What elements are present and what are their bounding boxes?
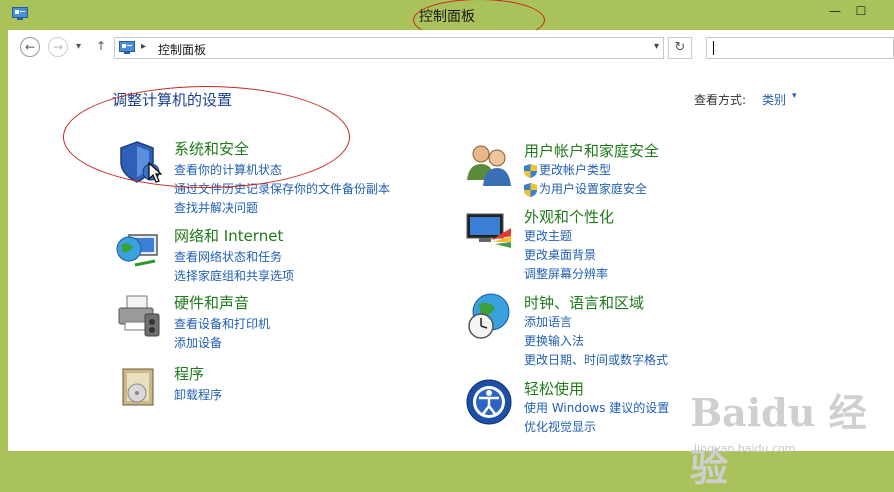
text-caret bbox=[713, 41, 714, 55]
back-button[interactable]: ← bbox=[20, 37, 40, 57]
baidu-watermark-url: jingyan.baidu.com bbox=[694, 442, 796, 455]
recent-locations-dropdown[interactable]: ▾ bbox=[76, 41, 81, 52]
link-screen-resolution[interactable]: 调整屏幕分辨率 bbox=[524, 265, 608, 282]
annotation-ellipse-system-security bbox=[63, 86, 350, 188]
maximize-button[interactable]: ☐ bbox=[848, 2, 874, 22]
breadcrumb-separator[interactable]: ▸ bbox=[141, 41, 146, 52]
link-change-account-type[interactable]: 更改帐户类型 bbox=[524, 161, 611, 178]
accessibility-icon[interactable] bbox=[465, 378, 513, 426]
link-troubleshoot[interactable]: 查找并解决问题 bbox=[174, 199, 258, 216]
baidu-watermark: Baidu 经验 bbox=[690, 390, 867, 490]
link-devices-printers[interactable]: 查看设备和打印机 bbox=[174, 315, 270, 332]
network-globe-icon[interactable] bbox=[115, 225, 163, 273]
link-network-status[interactable]: 查看网络状态和任务 bbox=[174, 248, 282, 265]
category-title[interactable]: 程序 bbox=[174, 363, 204, 384]
view-by-dropdown[interactable]: 类别 bbox=[762, 91, 786, 108]
link-label[interactable]: 为用户设置家庭安全 bbox=[539, 182, 647, 196]
navigation-bar: ← → ▾ ↑ ▸ 控制面板 ▾ ↻ bbox=[8, 30, 894, 66]
clock-globe-icon[interactable] bbox=[465, 292, 513, 340]
category-title[interactable]: 网络和 Internet bbox=[174, 225, 283, 246]
users-icon[interactable] bbox=[465, 140, 513, 188]
refresh-button[interactable]: ↻ bbox=[668, 37, 692, 59]
search-input[interactable] bbox=[706, 37, 894, 59]
printer-icon[interactable] bbox=[115, 292, 163, 340]
link-add-language[interactable]: 添加语言 bbox=[524, 313, 572, 330]
link-label[interactable]: 更改帐户类型 bbox=[539, 163, 611, 177]
link-date-time-format[interactable]: 更改日期、时间或数字格式 bbox=[524, 351, 668, 368]
address-dropdown-button[interactable]: ▾ bbox=[654, 41, 659, 52]
link-desktop-background[interactable]: 更改桌面背景 bbox=[524, 246, 596, 263]
control-panel-location-icon bbox=[119, 41, 135, 54]
link-homegroup[interactable]: 选择家庭组和共享选项 bbox=[174, 267, 294, 284]
link-uninstall-program[interactable]: 卸载程序 bbox=[174, 386, 222, 403]
link-change-input-method[interactable]: 更换输入法 bbox=[524, 332, 584, 349]
category-title[interactable]: 用户帐户和家庭安全 bbox=[524, 140, 659, 161]
control-panel-window: 控制面板 — ☐ ← → ▾ ↑ ▸ 控制面板 ▾ ↻ 调整计算机的设置 查看方… bbox=[0, 0, 894, 490]
view-by-label: 查看方式: bbox=[694, 93, 747, 107]
uac-shield-icon bbox=[524, 182, 537, 197]
breadcrumb-control-panel[interactable]: 控制面板 bbox=[158, 41, 206, 58]
link-family-safety[interactable]: 为用户设置家庭安全 bbox=[524, 180, 647, 197]
link-windows-recommended-settings[interactable]: 使用 Windows 建议的设置 bbox=[524, 399, 669, 416]
minimize-button[interactable]: — bbox=[822, 2, 848, 22]
link-optimize-visual-display[interactable]: 优化视觉显示 bbox=[524, 418, 596, 435]
link-change-theme[interactable]: 更改主题 bbox=[524, 227, 572, 244]
category-title[interactable]: 外观和个性化 bbox=[524, 206, 614, 227]
view-by-chevron-icon[interactable]: ▾ bbox=[792, 91, 797, 101]
address-bar[interactable]: ▸ 控制面板 ▾ bbox=[114, 37, 664, 59]
link-add-device[interactable]: 添加设备 bbox=[174, 334, 222, 351]
category-title[interactable]: 轻松使用 bbox=[524, 378, 584, 399]
uac-shield-icon bbox=[524, 163, 537, 178]
category-title[interactable]: 硬件和声音 bbox=[174, 292, 249, 313]
display-paint-icon[interactable] bbox=[465, 206, 513, 254]
category-title[interactable]: 时钟、语言和区域 bbox=[524, 292, 644, 313]
up-button[interactable]: ↑ bbox=[96, 39, 106, 53]
programs-icon[interactable] bbox=[115, 363, 163, 411]
forward-button[interactable]: → bbox=[48, 37, 68, 57]
